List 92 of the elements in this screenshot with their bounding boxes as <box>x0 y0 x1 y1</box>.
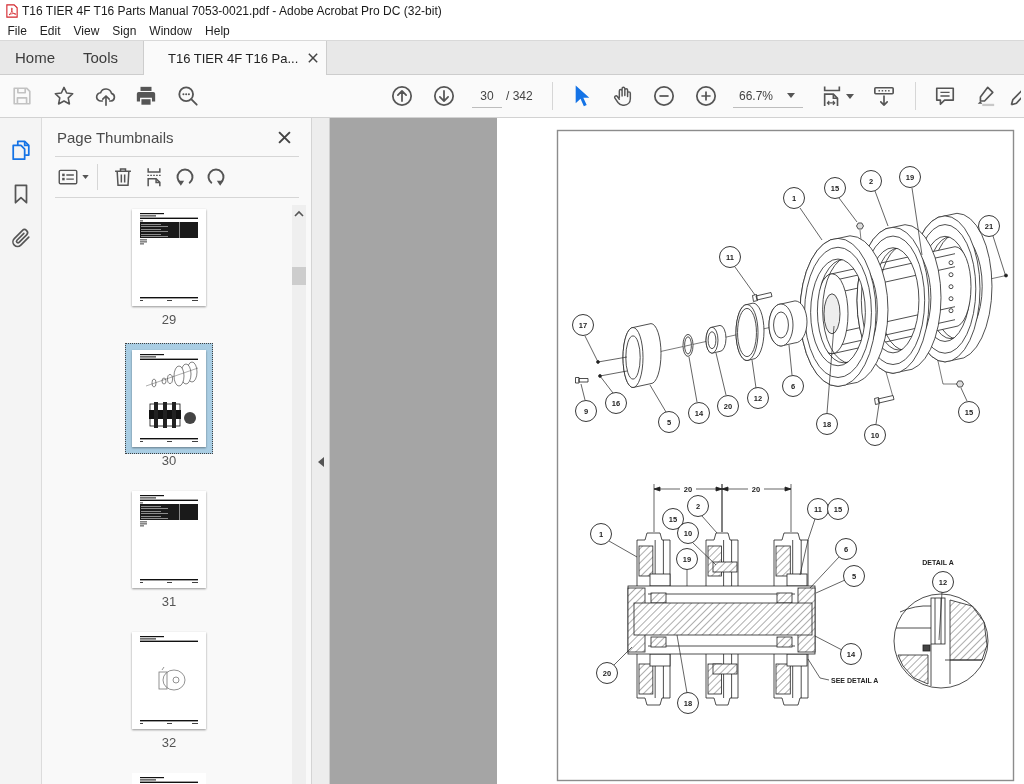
leader-line <box>960 387 968 402</box>
leader-line <box>649 384 667 413</box>
cloud-upload-icon[interactable] <box>95 85 117 107</box>
leader-line <box>874 190 889 227</box>
point-marker <box>596 360 600 364</box>
page-number: 30 <box>161 453 177 469</box>
nut <box>956 380 964 388</box>
leader-line <box>807 658 830 681</box>
caret-icon <box>787 93 795 98</box>
bolt <box>575 377 589 384</box>
leader-line <box>608 540 638 558</box>
star-icon[interactable] <box>53 85 75 107</box>
leader-line <box>875 403 880 425</box>
page-number: 31 <box>161 594 177 610</box>
leader-line <box>715 352 727 396</box>
zoom-in-icon[interactable] <box>695 85 717 107</box>
leader-line <box>580 383 586 401</box>
caret-icon[interactable] <box>82 175 89 179</box>
page-thumbnail[interactable] <box>125 343 213 454</box>
end-cap <box>622 323 662 388</box>
paperclip-icon[interactable] <box>9 227 32 249</box>
tab[interactable]: Home <box>0 41 68 74</box>
collar <box>705 325 727 354</box>
zoom-level-dropdown[interactable]: 66.7% <box>733 84 803 108</box>
page-count: / 342 <box>506 89 534 103</box>
arrow-down-circle-icon[interactable] <box>433 85 455 107</box>
zoom-out-icon[interactable] <box>653 85 675 107</box>
leader-line <box>799 207 823 241</box>
collapse-arrow-icon[interactable] <box>317 457 324 467</box>
arrow-up-circle-icon[interactable] <box>391 85 413 107</box>
o-ring <box>682 334 694 357</box>
menu-item[interactable]: Window <box>142 23 199 38</box>
leader-line <box>692 542 717 566</box>
leader-line <box>688 356 698 403</box>
scroll-mode-icon[interactable] <box>873 85 895 107</box>
menu-item[interactable]: Edit <box>33 23 68 38</box>
insert-page-icon[interactable] <box>144 167 164 187</box>
leader-line <box>838 197 858 223</box>
scrollbar[interactable] <box>292 205 306 784</box>
leader-line <box>938 591 943 641</box>
menu-item[interactable]: Sign <box>105 23 143 38</box>
tab[interactable]: T16 TIER 4F T16 Pa... <box>143 41 328 75</box>
close-icon[interactable] <box>278 130 291 144</box>
leader-line <box>584 335 628 363</box>
search-icon[interactable] <box>177 85 199 107</box>
window-title: T16 TIER 4F T16 Parts Manual 7053-0021.pdf - Adobe Acrobat Pro DC (32-bit) <box>22 3 442 18</box>
page-thumbnail[interactable] <box>132 632 206 729</box>
pdf-file-icon <box>6 3 18 18</box>
page-thumbnail[interactable] <box>132 209 206 306</box>
list-options-icon[interactable] <box>58 167 78 187</box>
printer-icon[interactable] <box>135 85 157 107</box>
bearing <box>768 300 808 347</box>
page-thumbnail[interactable] <box>132 773 206 784</box>
leader-line <box>686 569 688 587</box>
seal-ring <box>735 302 765 361</box>
caret-icon[interactable] <box>845 93 854 99</box>
page-number: 29 <box>161 312 177 328</box>
leader-line <box>911 187 923 256</box>
point-marker <box>598 374 602 378</box>
rotate-right-icon[interactable] <box>206 167 226 187</box>
leader-line <box>734 266 756 296</box>
page-thumbnail[interactable] <box>132 491 206 588</box>
menu-item[interactable]: View <box>67 23 106 38</box>
scrollbar-thumb[interactable] <box>292 267 306 285</box>
pages-icon[interactable] <box>9 139 32 161</box>
menu-item[interactable]: File <box>1 23 34 38</box>
leader-line <box>701 515 718 534</box>
page-number-field[interactable]: 30 <box>472 84 502 108</box>
tab[interactable]: Tools <box>68 41 136 74</box>
leader-line <box>992 235 1007 278</box>
leader-line <box>751 359 757 389</box>
scroll-up-icon[interactable] <box>294 210 304 217</box>
leader-line <box>788 344 793 376</box>
rotate-left-icon[interactable] <box>175 167 195 187</box>
hand-icon[interactable] <box>612 85 634 107</box>
dimension-line <box>721 483 792 533</box>
panel-title: Page Thumbnails <box>56 128 174 146</box>
menu-item[interactable]: Help <box>198 23 237 38</box>
leader-line <box>676 634 688 694</box>
point-marker <box>1004 273 1008 278</box>
comment-icon[interactable] <box>934 85 956 107</box>
trash-icon[interactable] <box>113 167 133 187</box>
dimension-line <box>653 483 723 533</box>
bolt <box>752 292 773 302</box>
page-number: 32 <box>161 735 177 751</box>
leader-line <box>814 635 843 651</box>
nut <box>856 222 864 230</box>
close-icon[interactable] <box>308 53 319 63</box>
pointer-icon[interactable] <box>574 85 590 107</box>
bolt <box>874 395 895 405</box>
leader-line <box>613 646 633 666</box>
leader-line <box>599 370 628 394</box>
